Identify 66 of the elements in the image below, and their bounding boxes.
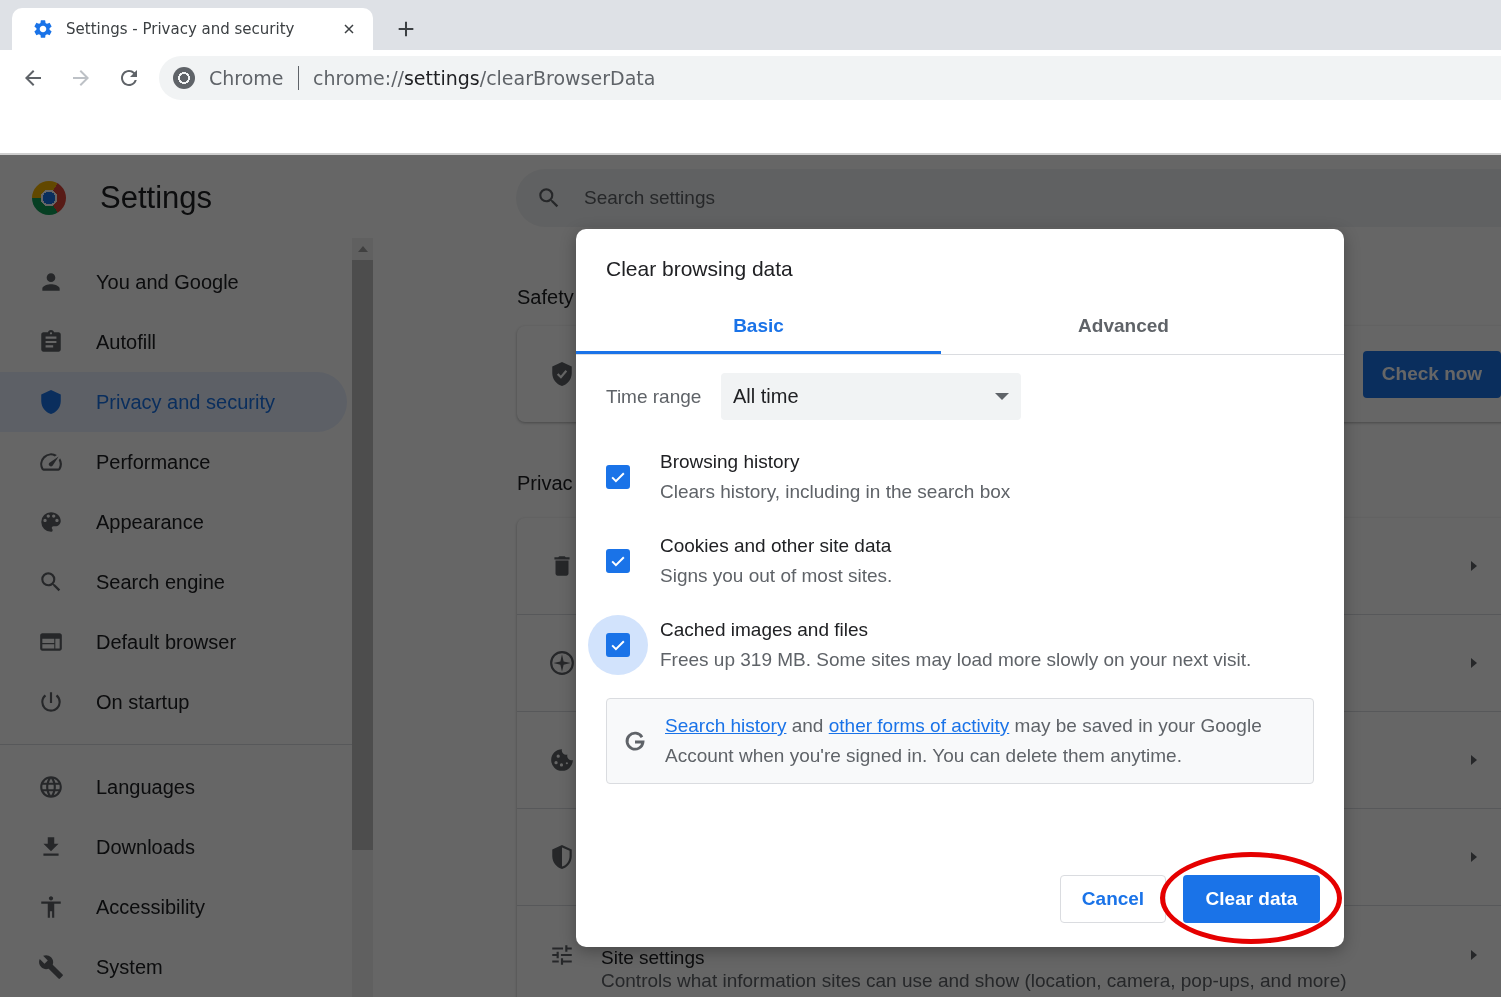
shield-icon xyxy=(549,844,575,870)
section-heading: Safety xyxy=(517,286,574,310)
dialog-tab[interactable]: Advanced xyxy=(941,300,1306,354)
chevron-right-icon[interactable] xyxy=(1471,561,1477,571)
checkbox[interactable] xyxy=(606,633,630,657)
url-text: chrome://settings/clearBrowserData xyxy=(313,66,656,89)
sidebar-item[interactable]: Default browser xyxy=(0,612,347,672)
clear-data-button[interactable]: Clear data xyxy=(1183,875,1320,923)
scroll-up-icon[interactable] xyxy=(357,246,368,252)
row-description: Controls what information sites can use and show (location, camera, pop-ups, and more) xyxy=(601,970,1347,992)
dialog-tab[interactable]: Basic xyxy=(576,300,941,354)
caret-icon xyxy=(995,393,1009,400)
sidebar-item[interactable]: You and Google xyxy=(0,252,347,312)
row-title: Site settings xyxy=(601,947,706,969)
sidebar-item[interactable]: Appearance xyxy=(0,492,347,552)
browser-logo-icon xyxy=(32,180,66,215)
shield-icon xyxy=(38,389,64,415)
browser-tab[interactable]: Settings - Privacy and security xyxy=(12,8,373,50)
clipboard-icon xyxy=(38,329,64,355)
sidebar-item[interactable]: Performance xyxy=(0,432,347,492)
shield-check-icon xyxy=(549,361,575,387)
chevron-right-icon[interactable] xyxy=(1471,949,1477,960)
sidebar-item[interactable]: System xyxy=(0,937,347,997)
scrollbar-thumb[interactable] xyxy=(352,260,373,850)
site-name: Chrome xyxy=(209,66,284,89)
dialog-title: Clear browsing data xyxy=(605,256,794,282)
option-description: Signs you out of most sites. xyxy=(660,565,893,587)
sidebar-item[interactable]: Search engine xyxy=(0,552,347,612)
option-description: Clears history, including in the search box xyxy=(660,481,1011,503)
time-range-dropdown[interactable]: All time xyxy=(721,373,1021,420)
field-label: Time range xyxy=(606,385,703,408)
settings-title: Settings xyxy=(100,179,213,216)
sidebar-item[interactable]: Downloads xyxy=(0,817,347,877)
option-title: Cached images and files xyxy=(660,619,870,641)
chevron-right-icon[interactable] xyxy=(1471,755,1477,765)
sidebar-item[interactable]: Autofill xyxy=(0,312,347,372)
text-link[interactable]: other forms of activity xyxy=(828,715,1010,736)
sidebar-item[interactable]: Accessibility xyxy=(0,877,347,937)
settings-icon xyxy=(32,18,54,40)
chevron-right-icon[interactable] xyxy=(1471,852,1477,862)
chevron-right-icon[interactable] xyxy=(1471,658,1477,668)
checkbox[interactable] xyxy=(606,465,630,489)
section-heading: Privac xyxy=(517,472,573,496)
globe-icon xyxy=(38,774,64,800)
check-now-button[interactable]: Check now xyxy=(1363,350,1501,398)
checkbox[interactable] xyxy=(606,549,630,573)
option-title: Cookies and other site data xyxy=(660,535,893,557)
text-link[interactable]: Search history xyxy=(665,715,787,736)
google-logo-icon xyxy=(623,729,647,753)
tab-title: Settings - Privacy and security xyxy=(66,20,296,38)
info-text: Search history and other forms of activity may be saved in your Google Account when you're signed in. You can delete them anytime. xyxy=(665,714,1263,768)
power-icon xyxy=(38,689,64,715)
option-description: Frees up 319 MB. Some sites may load more slowly on your next visit. xyxy=(660,649,1252,671)
compass-icon xyxy=(549,650,575,676)
browser-logo-icon xyxy=(173,66,195,89)
scrollbar[interactable] xyxy=(352,238,373,997)
wrench-icon xyxy=(38,954,64,980)
option-title: Browsing history xyxy=(660,451,801,473)
cookie-icon xyxy=(549,747,575,773)
accessibility-icon xyxy=(38,894,64,920)
search-field[interactable]: Search settings xyxy=(516,168,1501,227)
sidebar-item[interactable]: Privacy and security xyxy=(0,372,347,432)
sidebar-item[interactable]: On startup xyxy=(0,672,347,732)
sidebar-item[interactable]: Languages xyxy=(0,757,347,817)
address-bar[interactable]: Chrome chrome://settings/clearBrowserData xyxy=(159,55,1501,100)
palette-icon xyxy=(38,509,64,535)
